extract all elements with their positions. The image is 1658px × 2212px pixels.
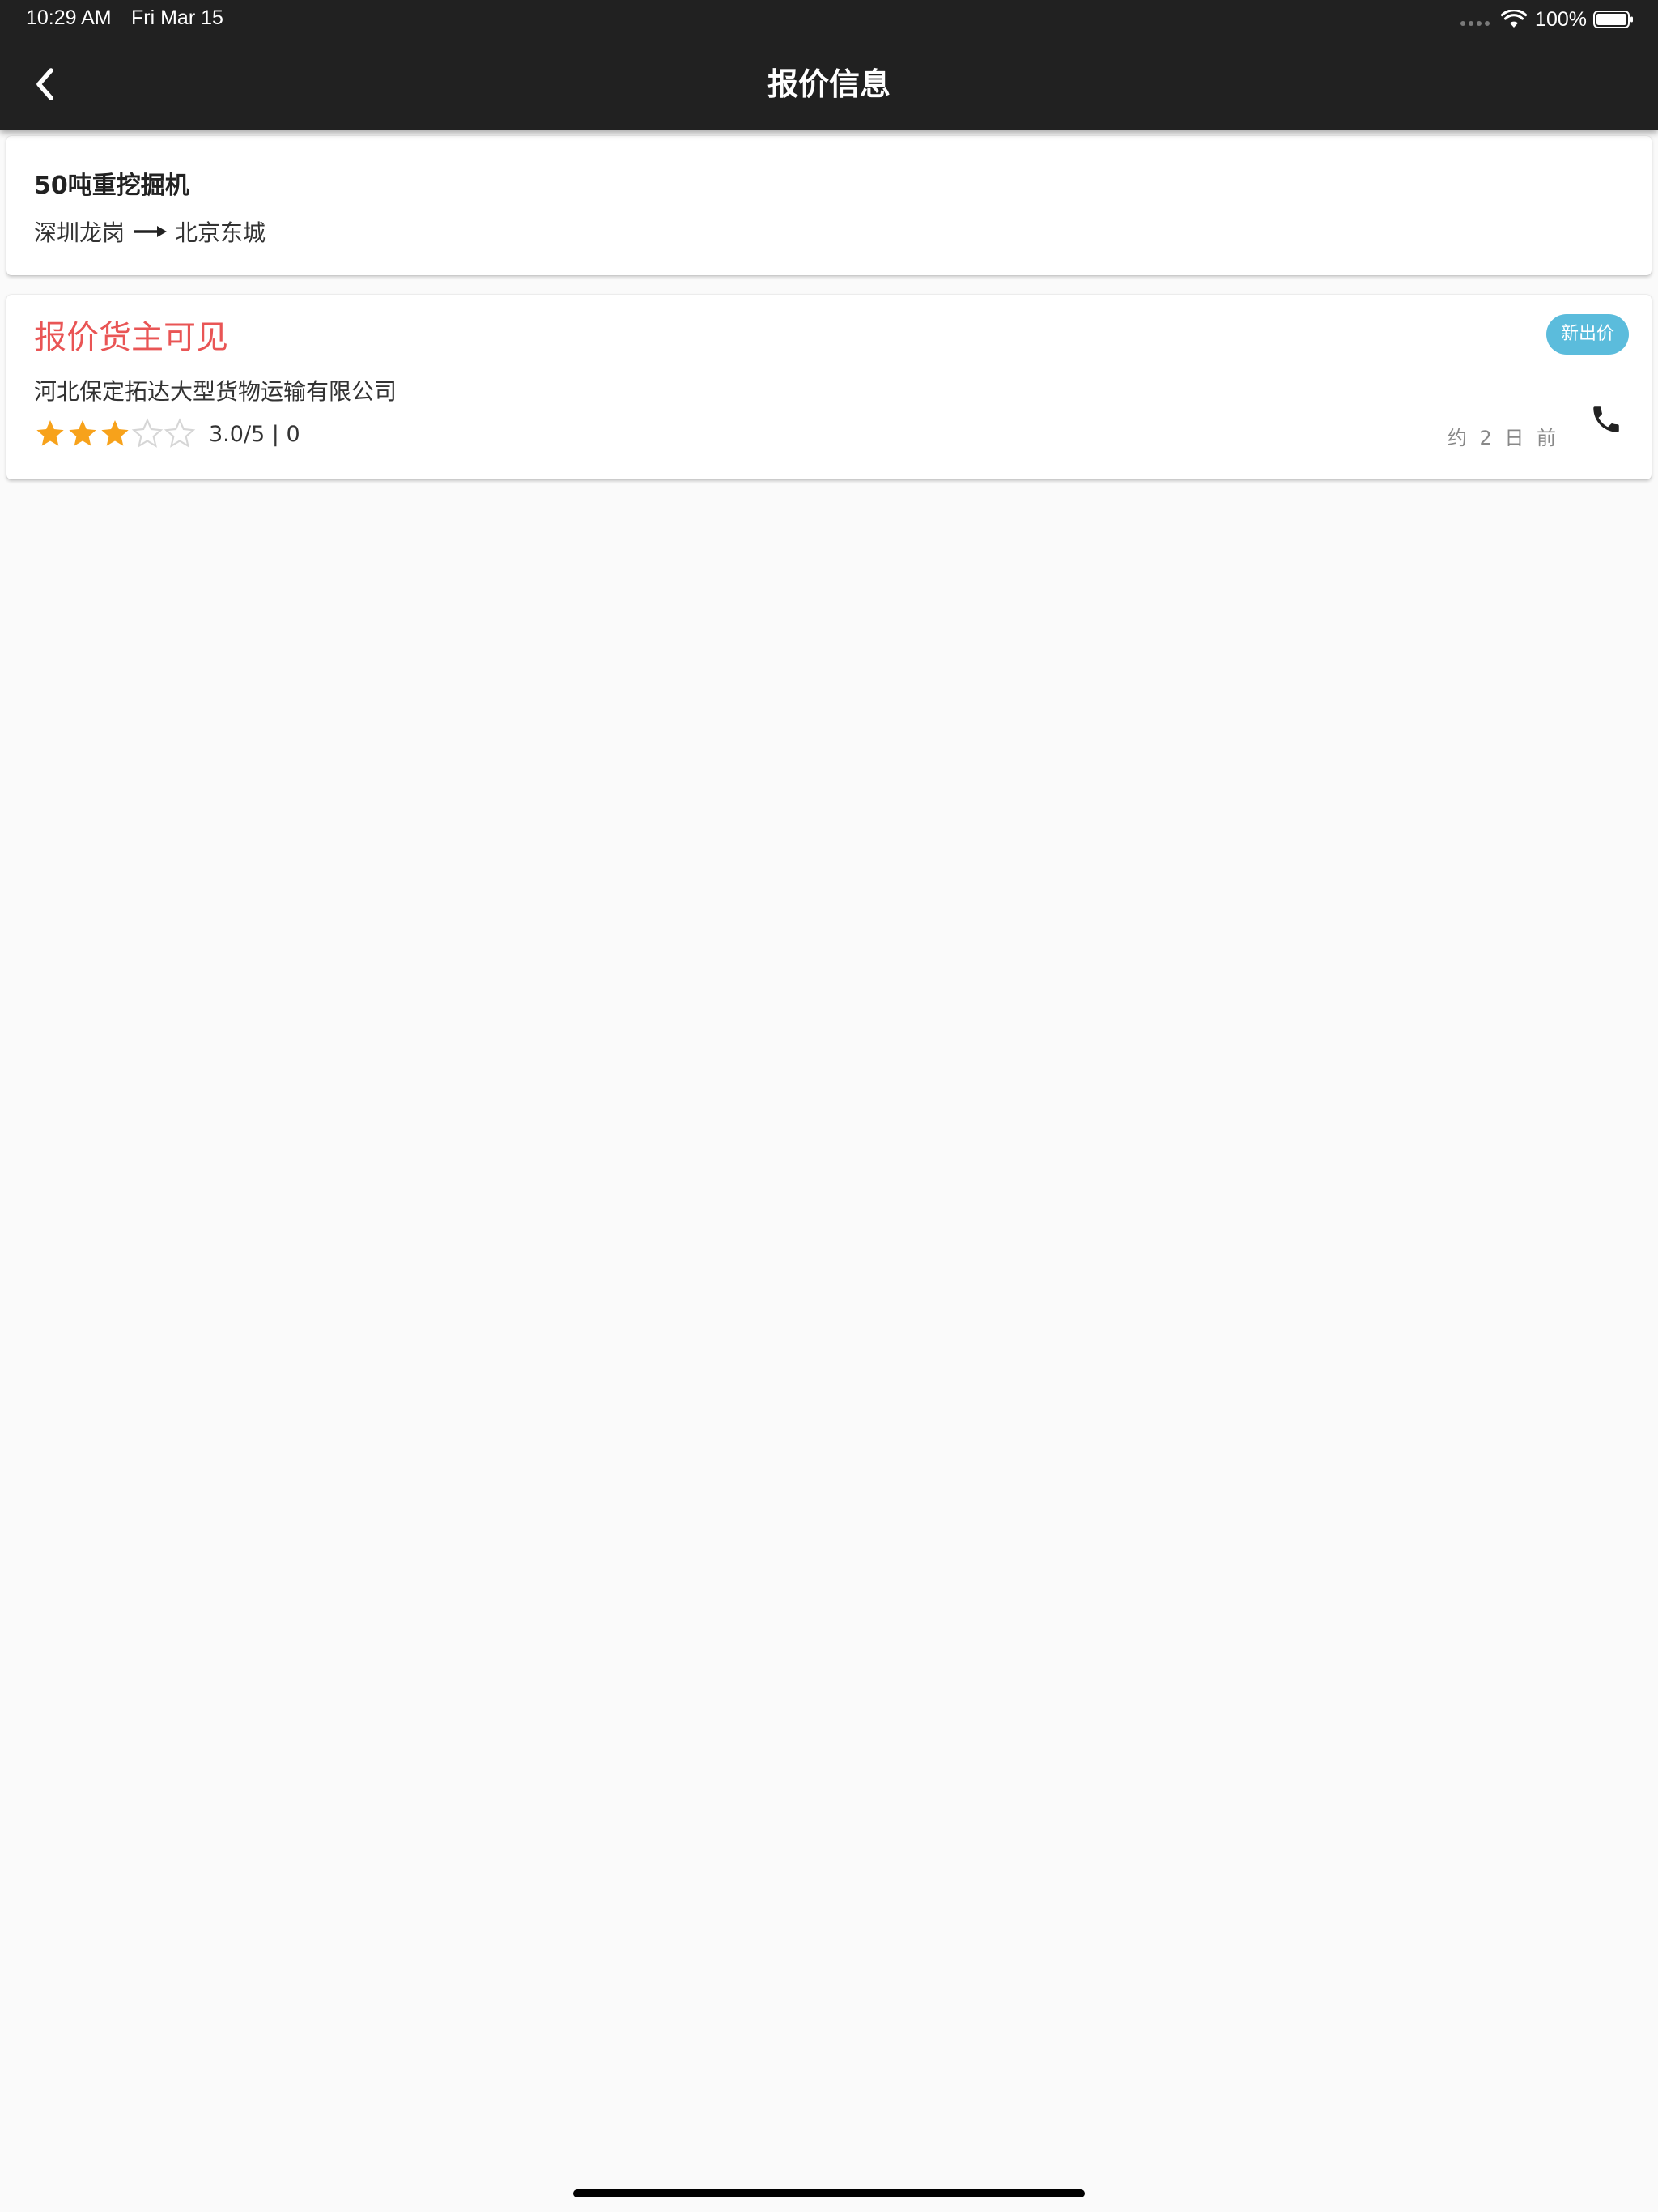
cargo-name: 50吨重挖掘机 — [34, 172, 189, 200]
app-bar: 10:29 AM Fri Mar 15 100% 报价信息 — [0, 0, 1658, 130]
battery-icon — [1593, 11, 1633, 28]
wifi-icon — [1501, 10, 1528, 28]
new-price-badge: 新出价 — [1545, 314, 1629, 355]
quote-card[interactable]: 报价货主可见 新出价 河北保定拓达大型货物运输有限公司 3.0/5 | 0 约 … — [6, 295, 1652, 479]
status-indicators: 100% — [1460, 6, 1634, 32]
star-rating — [34, 418, 196, 450]
arrow-right-icon — [134, 226, 168, 237]
call-button[interactable] — [1585, 398, 1627, 440]
route: 深圳龙岗 北京东城 — [34, 215, 266, 248]
status-time: 10:29 AM — [26, 6, 112, 29]
time-ago: 约 2 日 前 — [1447, 427, 1559, 449]
star-empty-icon — [131, 418, 164, 448]
route-origin: 深圳龙岗 — [34, 219, 125, 246]
battery-percentage: 100% — [1535, 7, 1587, 31]
status-bar: 10:29 AM Fri Mar 15 100% — [0, 0, 1658, 39]
phone-icon — [1593, 406, 1619, 432]
quote-visibility-note: 报价货主可见 — [34, 319, 228, 356]
route-destination: 北京东城 — [175, 219, 266, 246]
home-indicator — [573, 2189, 1085, 2197]
star-filled-icon — [69, 420, 96, 446]
star-filled-icon — [36, 420, 64, 446]
page-title: 报价信息 — [767, 66, 891, 102]
signal-dots-icon — [1460, 21, 1490, 26]
rating-row: 3.0/5 | 0 — [34, 416, 300, 452]
cargo-card[interactable]: 50吨重挖掘机 深圳龙岗 北京东城 — [6, 136, 1652, 275]
star-filled-icon — [101, 420, 129, 446]
star-empty-icon — [164, 418, 196, 448]
status-date: Fri Mar 15 — [131, 6, 223, 29]
company-name: 河北保定拓达大型货物运输有限公司 — [34, 378, 397, 405]
rating-text: 3.0/5 | 0 — [209, 421, 300, 447]
